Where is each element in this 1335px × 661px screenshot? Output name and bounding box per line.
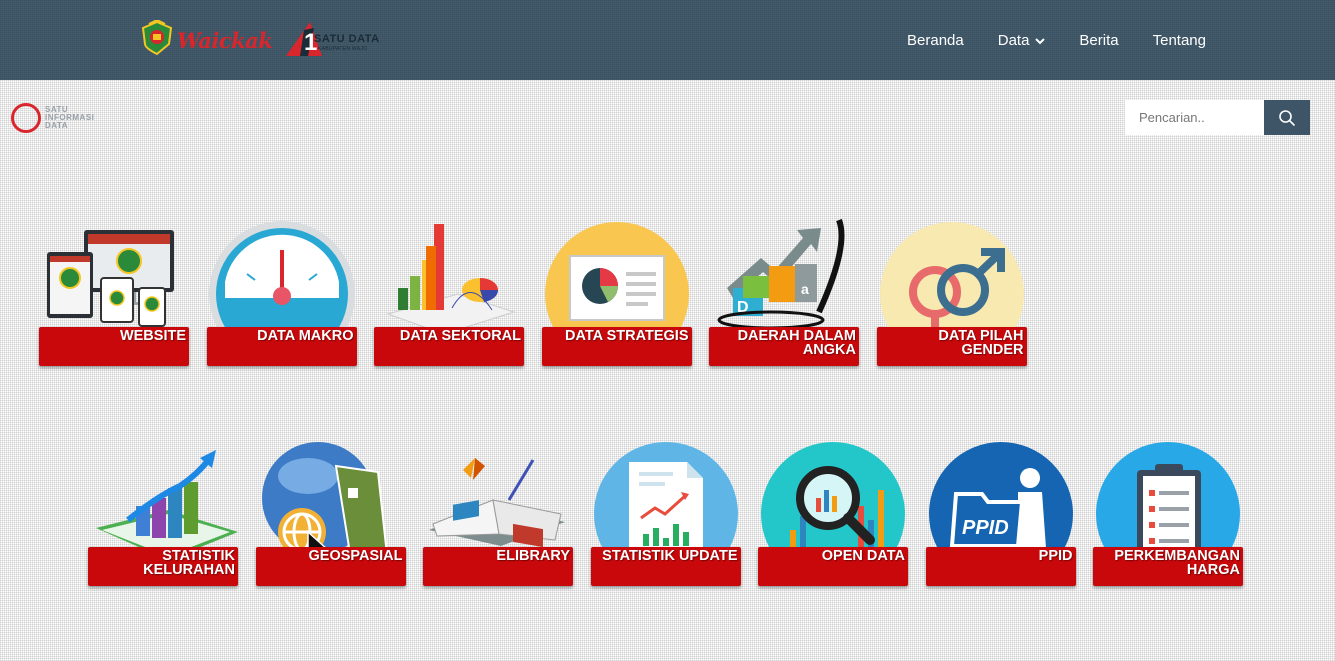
top-navbar: Waickak 1 SATU DATA KABUPATEN WAJO Beran… [0, 0, 1335, 80]
tile-label: PERKEMBANGAN HARGA [1114, 548, 1240, 578]
search-button[interactable] [1264, 100, 1310, 135]
tile-label: GEOSPASIAL [308, 548, 403, 564]
red-ring-icon [11, 103, 41, 133]
chevron-down-icon [1035, 32, 1046, 49]
menu-tiles-row-2: STATISTIK KELURAHAN GEOSPASIAL ELIBRARY … [88, 436, 1261, 586]
tile-label: DATA STRATEGIS [564, 328, 689, 344]
satu-data-subtitle: KABUPATEN WAJO [318, 46, 368, 52]
satu-data-logo[interactable]: 1 SATU DATA KABUPATEN WAJO [284, 20, 404, 60]
tile-elibrary[interactable]: ELIBRARY [423, 436, 573, 586]
tile-geospasial[interactable]: GEOSPASIAL [255, 436, 406, 586]
search-icon [1279, 109, 1295, 126]
svg-text:PPID: PPID [962, 517, 1009, 539]
satu-data-title: SATU DATA [314, 33, 380, 45]
satu-informasi-logo[interactable]: SATU INFORMASI DATA [11, 103, 94, 133]
tile-data-makro[interactable]: DATA MAKRO [206, 216, 357, 366]
tile-open-data[interactable]: OPEN DATA [758, 436, 908, 586]
tile-label: DAERAH DALAM ANGKA [737, 328, 856, 358]
nav-home-link[interactable]: Beranda [907, 32, 964, 49]
svg-text:a: a [801, 281, 809, 297]
tile-ppid[interactable]: PPID PPID [925, 436, 1076, 586]
regency-emblem-icon [140, 18, 174, 61]
tile-label: ELIBRARY [496, 548, 570, 564]
nav-data-dropdown[interactable]: Data [998, 32, 1046, 49]
tile-label: DATA MAKRO [257, 328, 354, 344]
sublogo-line3: DATA [45, 121, 69, 130]
tile-daerah-dalam-angka[interactable]: D a DAERAH DALAM ANGKA [709, 216, 859, 366]
brand-logo-link[interactable]: Waickak [140, 18, 273, 61]
tile-data-sektoral[interactable]: DATA SEKTORAL [374, 216, 524, 366]
tile-perkembangan-harga[interactable]: PERKEMBANGAN HARGA [1093, 436, 1243, 586]
tile-website[interactable]: WEBSITE [39, 216, 189, 366]
nav-about-link[interactable]: Tentang [1153, 32, 1206, 49]
tile-data-strategis[interactable]: DATA STRATEGIS [541, 216, 692, 366]
tile-label: OPEN DATA [821, 548, 905, 564]
main-menu: Beranda Data Berita Tentang [873, 32, 1206, 49]
tile-label: PPID [1038, 548, 1073, 564]
search-bar [1125, 100, 1310, 135]
nav-data-label: Data [997, 32, 1030, 49]
search-input[interactable] [1125, 100, 1264, 135]
tile-label: STATISTIK KELURAHAN [143, 548, 235, 578]
tile-label: DATA SEKTORAL [399, 328, 521, 344]
tile-data-pilah-gender[interactable]: DATA PILAH GENDER [876, 216, 1027, 366]
tile-statistik-update[interactable]: STATISTIK UPDATE [590, 436, 741, 586]
sublogo-text: SATU INFORMASI DATA [45, 106, 94, 130]
brand-wordmark: Waickak [177, 28, 273, 53]
nav-news-link[interactable]: Berita [1079, 32, 1118, 49]
tile-label: WEBSITE [119, 328, 186, 344]
tile-statistik-kelurahan[interactable]: STATISTIK KELURAHAN [88, 436, 238, 586]
tile-label: STATISTIK UPDATE [602, 548, 738, 564]
menu-tiles-row-1: WEBSITE DATA MAKRO DATA SEKTORAL DATA ST… [39, 216, 1044, 366]
tile-label: DATA PILAH GENDER [938, 328, 1024, 358]
